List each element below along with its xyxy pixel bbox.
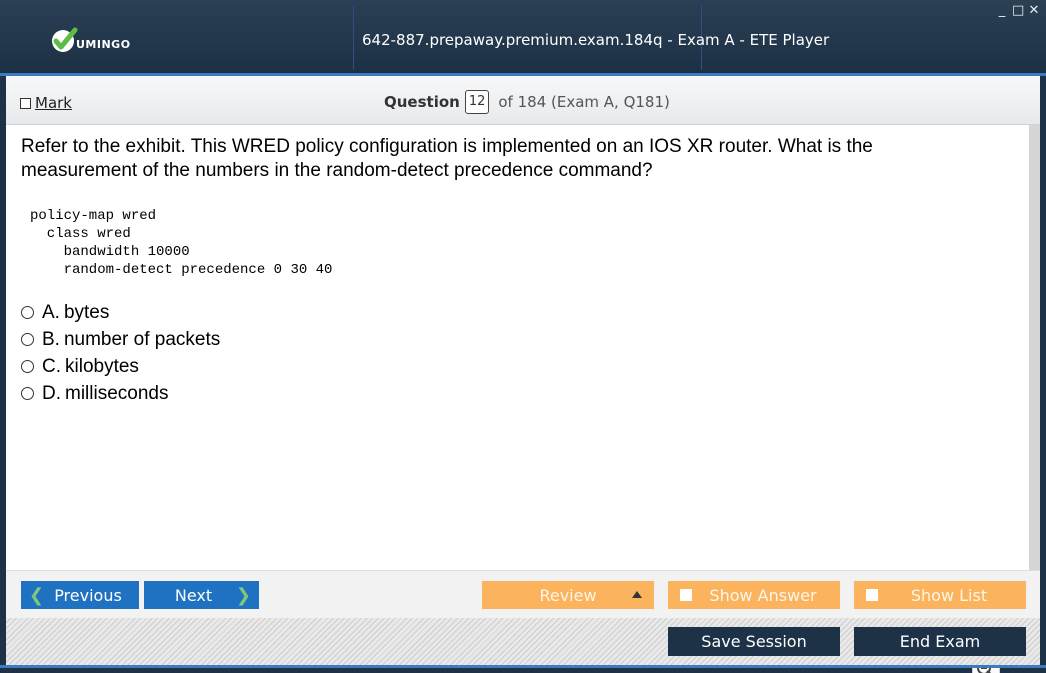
window-title: 642-887.prepaway.premium.exam.184q - Exa… [362, 31, 830, 49]
show-list-button[interactable]: Show List [854, 581, 1026, 609]
option-text: milliseconds [65, 382, 169, 404]
previous-label: Previous [54, 585, 122, 605]
option-a[interactable]: A. bytes [21, 299, 220, 326]
next-button[interactable]: Next ❯ [144, 581, 259, 609]
option-letter: A. [42, 301, 60, 323]
review-label: Review [539, 585, 597, 605]
mark-checkbox[interactable]: Mark [20, 94, 72, 112]
window-controls: _ □ ✕ [996, 3, 1040, 19]
checkbox-icon[interactable] [680, 589, 692, 601]
option-text: kilobytes [65, 355, 139, 377]
exam-player-window: UMINGO 642-887.prepaway.premium.exam.184… [0, 0, 1046, 673]
triangle-up-icon [632, 591, 642, 598]
next-label: Next [174, 585, 213, 605]
close-button[interactable]: ✕ [1028, 3, 1040, 19]
logo-text: UMINGO [76, 38, 131, 51]
radio-icon[interactable] [21, 360, 34, 373]
end-exam-button[interactable]: End Exam [854, 627, 1026, 656]
exhibit-code: policy-map wred class wred bandwidth 100… [30, 208, 333, 278]
radio-icon[interactable] [21, 387, 34, 400]
question-count: of 184 (Exam A, Q181) [498, 93, 670, 111]
maximize-button[interactable]: □ [1012, 3, 1024, 19]
radio-icon[interactable] [21, 333, 34, 346]
option-letter: C. [42, 355, 61, 377]
show-list-label: Show List [910, 585, 988, 605]
show-answer-label: Show Answer [709, 585, 817, 605]
footer-bar: Save Session End Exam [6, 618, 1040, 665]
checkbox-icon[interactable] [20, 97, 31, 109]
show-answer-button[interactable]: Show Answer [668, 581, 840, 609]
save-session-button[interactable]: Save Session [668, 627, 840, 656]
save-session-label: Save Session [701, 632, 807, 651]
title-bar: UMINGO 642-887.prepaway.premium.exam.184… [0, 0, 1046, 76]
chevron-left-icon: ❮ [29, 584, 45, 606]
navigation-bar: ❮ Previous Next ❯ Review Show Answer Sho… [6, 570, 1040, 618]
mark-label: Mark [35, 94, 72, 112]
question-indicator: Question 12 of 184 (Exam A, Q181) [384, 90, 670, 114]
review-button[interactable]: Review [482, 581, 654, 609]
option-text: number of packets [63, 328, 221, 350]
question-label: Question [384, 93, 460, 111]
answer-options: A. bytes B. number of packets C. kilobyt… [21, 299, 220, 407]
question-content: Refer to the exhibit. This WRED policy c… [6, 125, 1029, 673]
title-divider [353, 6, 354, 70]
question-header: Mark Question 12 of 184 (Exam A, Q181) [6, 76, 1040, 125]
radio-icon[interactable] [21, 306, 34, 319]
vertical-scrollbar[interactable] [1029, 125, 1040, 570]
question-text: Refer to the exhibit. This WRED policy c… [21, 136, 873, 181]
option-letter: B. [42, 328, 60, 350]
previous-button[interactable]: ❮ Previous [21, 581, 139, 609]
question-number-input[interactable]: 12 [464, 90, 490, 114]
bottom-accent-line [0, 665, 1046, 668]
option-c[interactable]: C. kilobytes [21, 353, 220, 380]
umingo-logo: UMINGO [50, 26, 131, 54]
option-b[interactable]: B. number of packets [21, 326, 220, 353]
option-d[interactable]: D. milliseconds [21, 380, 220, 407]
end-exam-label: End Exam [899, 632, 981, 651]
checkbox-icon[interactable] [866, 589, 878, 601]
chevron-right-icon: ❯ [235, 584, 251, 606]
option-letter: D. [42, 382, 61, 404]
minimize-button[interactable]: _ [996, 3, 1008, 19]
option-text: bytes [63, 301, 110, 323]
